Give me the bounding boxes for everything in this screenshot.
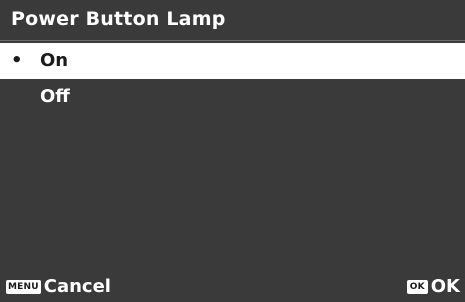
cancel-label: Cancel bbox=[43, 276, 111, 297]
option-on[interactable]: • On bbox=[0, 43, 465, 79]
camera-menu-screen: Power Button Lamp • On Off MENU Cancel O… bbox=[0, 0, 465, 302]
ok-label: OK bbox=[430, 276, 460, 297]
title-bar: Power Button Lamp bbox=[0, 0, 465, 41]
option-label: Off bbox=[40, 86, 70, 107]
menu-key-icon: MENU bbox=[6, 279, 41, 294]
cancel-button[interactable]: MENU Cancel bbox=[6, 271, 111, 302]
selected-bullet-icon: • bbox=[11, 50, 23, 71]
page-title: Power Button Lamp bbox=[11, 8, 226, 30]
footer-bar: MENU Cancel OK OK bbox=[0, 271, 465, 302]
ok-button[interactable]: OK OK bbox=[406, 271, 460, 302]
option-list: • On Off bbox=[0, 43, 465, 115]
option-label: On bbox=[40, 50, 69, 71]
option-off[interactable]: Off bbox=[0, 79, 465, 115]
ok-key-icon: OK bbox=[406, 279, 428, 294]
